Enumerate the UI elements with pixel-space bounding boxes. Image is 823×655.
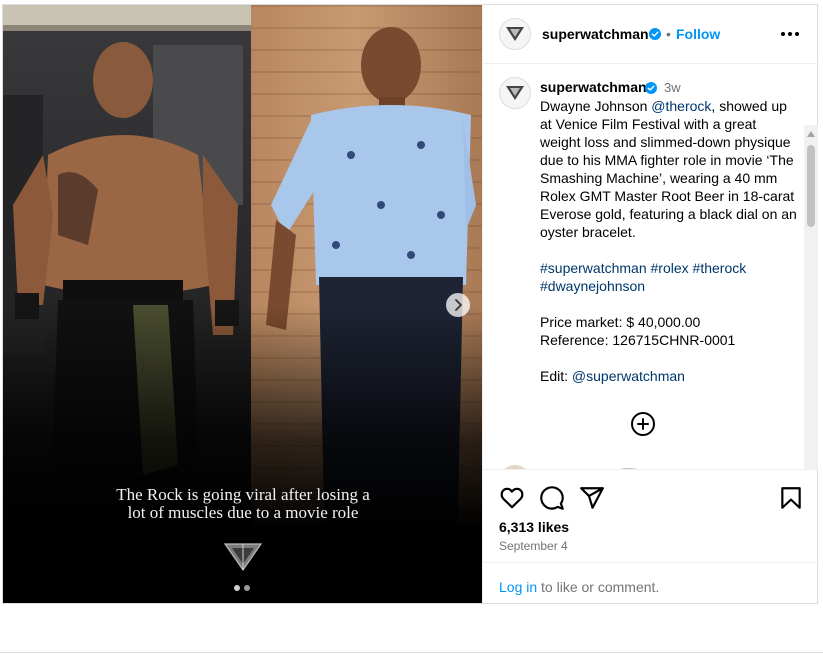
next-comment-username[interactable] <box>540 466 650 470</box>
more-dot-icon <box>781 32 785 36</box>
follow-button[interactable]: Follow <box>676 26 720 42</box>
login-link[interactable]: Log in <box>499 579 537 595</box>
share-icon[interactable] <box>579 485 605 511</box>
comments-area[interactable]: superwatchman 3w Dwayne Johnson @therock… <box>483 65 818 470</box>
load-more-comments-plus-icon[interactable] <box>630 411 656 437</box>
post-media[interactable]: The Rock is going viral after losing a l… <box>3 5 482 603</box>
avatar[interactable] <box>499 18 531 50</box>
carousel-next-button[interactable] <box>446 293 470 317</box>
mention-therock-link[interactable]: @therock <box>651 98 711 114</box>
post-header: superwatchman • Follow <box>483 5 818 64</box>
superwatchman-logo-watermark <box>223 540 263 572</box>
more-dot-icon <box>795 32 799 36</box>
caption-username[interactable]: superwatchman <box>540 79 647 95</box>
scroll-thumb[interactable] <box>807 145 815 227</box>
caption-text: Dwayne Johnson @therock, showed up at Ve… <box>540 97 800 403</box>
hashtag-link[interactable]: #superwatchman <box>540 260 647 276</box>
header-separator: • <box>666 26 671 42</box>
caption-timestamp[interactable]: 3w <box>664 80 681 95</box>
superwatchman-logo-icon <box>506 86 524 100</box>
superwatchman-logo-icon <box>506 27 524 41</box>
verified-badge-icon <box>649 28 661 40</box>
hashtag-link[interactable]: #dwaynejohnson <box>540 278 645 294</box>
price-info: Price market: $ 40,000.00 Reference: 1267… <box>540 313 800 349</box>
header-username[interactable]: superwatchman <box>542 26 649 42</box>
more-options-button[interactable] <box>778 24 802 44</box>
caption-avatar[interactable] <box>499 77 531 109</box>
scroll-up-arrow-icon[interactable] <box>807 131 815 137</box>
login-prompt-text: to like or comment. <box>537 579 660 595</box>
chevron-right-icon <box>455 299 462 311</box>
hashtags: #superwatchman #rolex #therock #dwaynejo… <box>540 259 800 295</box>
instagram-post: The Rock is going viral after losing a l… <box>2 4 818 604</box>
image-overlay-caption: The Rock is going viral after losing a l… <box>93 486 393 522</box>
login-prompt: Log in to like or comment. <box>483 562 818 603</box>
carousel-indicator <box>234 585 250 591</box>
edit-credit: Edit: @superwatchman <box>540 368 685 384</box>
mention-superwatchman-link[interactable]: @superwatchman <box>572 368 685 384</box>
next-comment-avatar[interactable] <box>499 465 531 469</box>
comment-icon[interactable] <box>539 485 565 511</box>
reference-line: Reference: 126715CHNR-0001 <box>540 332 736 348</box>
likes-count[interactable]: 6,313 likes <box>499 519 569 535</box>
heart-icon[interactable] <box>499 485 525 511</box>
verified-badge-icon <box>645 82 657 94</box>
more-dot-icon <box>788 32 792 36</box>
post-side-panel: superwatchman • Follow superwatchman 3w … <box>482 5 818 603</box>
post-date[interactable]: September 4 <box>499 539 568 553</box>
price-line: Price market: $ 40,000.00 <box>540 314 701 330</box>
overlay-line-1: The Rock is going viral after losing a <box>116 485 370 504</box>
bookmark-icon[interactable] <box>778 485 804 511</box>
caption-paragraph: Dwayne Johnson @therock, showed up at Ve… <box>540 98 797 240</box>
overlay-line-2: lot of muscles due to a movie role <box>127 503 359 522</box>
comments-scrollbar[interactable] <box>804 125 818 469</box>
page-divider <box>0 652 823 653</box>
hashtag-link[interactable]: #rolex <box>651 260 689 276</box>
hashtag-link[interactable]: #therock <box>693 260 747 276</box>
carousel-dot-2 <box>244 585 250 591</box>
carousel-dot-1 <box>234 585 240 591</box>
